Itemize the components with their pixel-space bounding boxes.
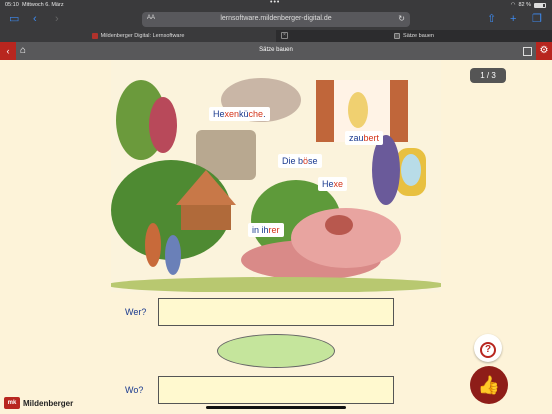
mildenberger-logo-icon: mk — [4, 397, 20, 409]
sidebar-icon[interactable]: ▭ — [9, 13, 19, 25]
status-bar: 05:10 Mittwoch 6. März ••• ◠ 82 % — [0, 0, 552, 10]
tab-overview-icon[interactable]: ❐ — [532, 13, 542, 25]
thumbs-up-icon: 👍 — [477, 375, 501, 395]
status-time: 05:10 — [5, 2, 19, 8]
wifi-icon: ◠ — [510, 2, 516, 8]
wo-drop-box[interactable] — [158, 376, 394, 404]
word-highlight: che — [248, 109, 264, 119]
word-part: zau — [349, 133, 364, 143]
story-illustration: Hexenküche. zaubert Die böse Hexe in ihr… — [111, 60, 441, 292]
status-right: ◠ 82 % — [511, 2, 546, 8]
word-card-zaubert[interactable]: zaubert — [345, 131, 384, 145]
forward-arrow-icon[interactable]: › — [55, 13, 59, 25]
url-text[interactable]: lernsoftware.mildenberger-digital.de — [142, 15, 410, 22]
status-date: Mittwoch 6. März — [22, 2, 64, 8]
share-icon[interactable]: ⇧ — [487, 13, 496, 25]
word-part: He — [322, 179, 334, 189]
word-part: Die b — [282, 156, 304, 166]
multitask-dots-icon[interactable]: ••• — [270, 0, 280, 6]
word-card-die-boese[interactable]: Die böse — [278, 154, 322, 168]
word-highlight: xe — [333, 179, 344, 189]
word-card-hexe[interactable]: Hexe — [318, 177, 348, 191]
word-part: . — [263, 109, 266, 119]
fairy-tale-scene — [111, 60, 441, 292]
settings-gear-icon[interactable]: ⚙ — [536, 42, 552, 60]
word-part: kü — [239, 109, 249, 119]
page-title: Sätze bauen — [259, 47, 293, 53]
tab-lernsoftware[interactable]: Mildenberger Digital: Lernsoftware — [0, 30, 276, 42]
address-bar[interactable]: AA lernsoftware.mildenberger-digital.de … — [142, 12, 410, 27]
app-header: ‹ ⌂ Sätze bauen ⚙ — [0, 42, 552, 60]
question-icon: ? — [480, 342, 496, 358]
brand-logo: mk Mildenberger — [4, 397, 73, 409]
help-button[interactable]: ? — [474, 334, 502, 362]
check-answer-button[interactable]: 👍 — [470, 366, 508, 404]
back-arrow-icon[interactable]: ‹ — [33, 13, 37, 25]
wer-drop-box[interactable] — [158, 298, 394, 326]
statistics-icon[interactable] — [523, 47, 532, 56]
page-favicon-icon — [394, 33, 401, 39]
browser-toolbar: ▭ ‹ › AA lernsoftware.mildenberger-digit… — [0, 10, 552, 30]
tab-label: Sätze bauen — [403, 33, 434, 39]
word-card-hexenkueche[interactable]: Hexenküche. — [209, 107, 270, 121]
word-highlight: xen — [224, 109, 240, 119]
wer-label: Wer? — [125, 307, 147, 317]
battery-percent: 82 % — [518, 2, 531, 8]
word-part: He — [213, 109, 225, 119]
verb-drop-oval[interactable] — [217, 334, 335, 368]
word-highlight: bert — [363, 133, 380, 143]
tab-label: Mildenberger Digital: Lernsoftware — [100, 33, 185, 39]
word-part: se — [308, 156, 318, 166]
word-part: in ih — [252, 225, 269, 235]
home-indicator[interactable] — [206, 406, 346, 409]
battery-icon — [534, 2, 546, 8]
mildenberger-favicon-icon — [91, 33, 98, 39]
new-tab-icon[interactable]: + — [510, 13, 516, 25]
word-card-in-ihrer[interactable]: in ihrer — [248, 223, 284, 237]
brand-name: Mildenberger — [23, 398, 74, 408]
wo-label: Wo? — [125, 385, 144, 395]
reload-icon[interactable]: ↻ — [398, 14, 405, 23]
tab-saetze-bauen[interactable]: Sätze bauen — [276, 30, 552, 42]
word-highlight: rer — [268, 225, 280, 235]
tab-bar: Mildenberger Digital: Lernsoftware × Sät… — [0, 30, 552, 42]
page-counter: 1 / 3 — [470, 68, 506, 83]
